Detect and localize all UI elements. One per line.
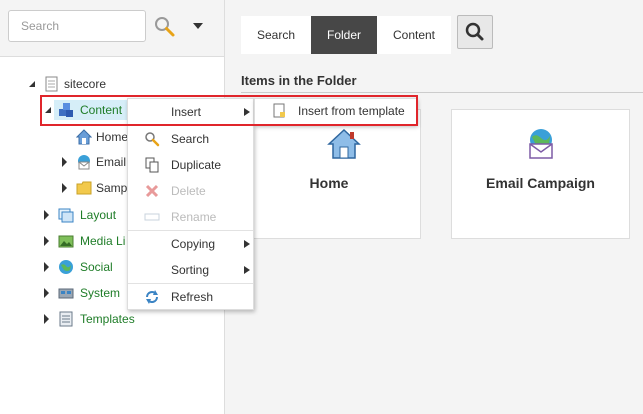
tree-search-bar (0, 0, 224, 57)
media-library-icon (58, 235, 74, 248)
collapsed-arrow-icon (44, 236, 49, 246)
layout-icon (58, 208, 74, 223)
tree-label: System (80, 286, 121, 300)
collapsed-arrow-icon (44, 262, 49, 272)
tree-item-home[interactable]: Home (60, 127, 130, 147)
tree-label: Email (96, 155, 127, 169)
email-campaign-icon (529, 129, 553, 159)
folder-icon (76, 181, 92, 195)
submenu-arrow-icon (244, 108, 250, 116)
item-card-home[interactable]: Home (237, 109, 421, 239)
globe-icon (59, 260, 73, 274)
search-icon (465, 22, 484, 41)
collapsed-arrow-icon (44, 288, 49, 298)
menu-item-label: Insert (171, 105, 202, 119)
menu-item-label: Search (171, 132, 210, 146)
submenu-arrow-icon (244, 240, 250, 248)
section-divider (241, 92, 643, 93)
menu-item-insert[interactable]: Insert (128, 99, 253, 125)
menu-item-refresh[interactable]: Refresh (128, 284, 253, 310)
sitecore-root-icon (45, 76, 58, 92)
tree-item-content[interactable]: Content (42, 100, 138, 120)
collapsed-arrow-icon (62, 157, 67, 167)
menu-item-label: Insert from template (298, 104, 405, 118)
insert-submenu: Insert from template (254, 98, 417, 125)
collapsed-arrow-icon (44, 210, 49, 220)
menu-item-label: Delete (171, 184, 206, 198)
tree-item-email[interactable]: Email (60, 152, 130, 172)
refresh-icon (146, 290, 158, 304)
card-label: Email Campaign (486, 175, 595, 191)
menu-item-label: Sorting (171, 263, 210, 277)
tree-label: Content (80, 103, 123, 117)
caret-down-icon (193, 23, 203, 29)
menu-item-label: Rename (171, 210, 217, 224)
magnifier-icon (155, 17, 175, 37)
menu-item-insert-from-template[interactable]: Insert from template (255, 99, 416, 124)
menu-item-search[interactable]: Search (128, 126, 253, 152)
rename-icon (144, 213, 160, 221)
tree-label: Layout (80, 208, 117, 222)
submenu-arrow-icon (244, 266, 250, 274)
menu-item-copying[interactable]: Copying (128, 231, 253, 257)
tree-label: Samp (96, 181, 128, 195)
templates-icon (59, 311, 73, 327)
card-label: Home (309, 175, 349, 191)
search-input[interactable] (8, 10, 146, 42)
menu-item-delete[interactable]: Delete (128, 178, 253, 204)
tab-search[interactable]: Search (241, 16, 311, 54)
tree-label: Media Li (80, 234, 126, 248)
folder-view-panel: Search Folder Content Items in the Folde… (225, 0, 643, 414)
item-card-email-campaign[interactable]: Email Campaign (451, 109, 630, 239)
search-icon (145, 132, 160, 147)
tree-item-sample[interactable]: Samp (60, 178, 130, 198)
tab-content[interactable]: Content (377, 16, 451, 54)
tree-item-sitecore[interactable]: sitecore (24, 74, 214, 94)
menu-item-label: Duplicate (171, 158, 222, 172)
search-button[interactable] (152, 14, 178, 40)
context-menu: Insert Search Duplicate Delete Rename Co… (127, 98, 254, 310)
tab-folder[interactable]: Folder (311, 16, 377, 54)
search-tab-button[interactable] (457, 15, 493, 49)
expanded-arrow-icon (45, 107, 51, 113)
home-icon (76, 129, 92, 145)
tree-label: Home (96, 130, 129, 144)
template-icon (273, 103, 285, 118)
section-title: Items in the Folder (241, 73, 357, 88)
system-icon (58, 288, 74, 299)
tree-label: sitecore (64, 77, 107, 91)
menu-item-rename[interactable]: Rename (128, 204, 253, 230)
content-icon (59, 103, 73, 117)
search-options-dropdown[interactable] (190, 19, 206, 33)
collapsed-arrow-icon (44, 314, 49, 324)
email-campaign-icon (78, 155, 90, 170)
menu-item-duplicate[interactable]: Duplicate (128, 152, 253, 178)
home-icon (327, 128, 361, 159)
expanded-arrow-icon (29, 81, 35, 87)
tree-item-templates[interactable]: Templates (42, 309, 162, 329)
collapsed-arrow-icon (62, 183, 67, 193)
tree-label: Templates (80, 312, 135, 326)
delete-icon (145, 184, 159, 198)
menu-item-label: Refresh (171, 290, 214, 304)
menu-item-label: Copying (171, 237, 216, 251)
menu-item-sorting[interactable]: Sorting (128, 257, 253, 283)
duplicate-icon (145, 157, 159, 173)
tree-label: Social (80, 260, 113, 274)
